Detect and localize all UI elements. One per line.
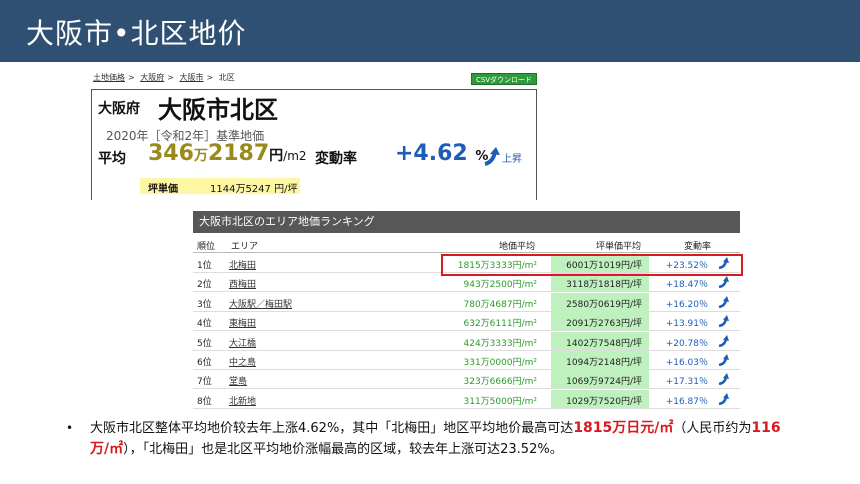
header-land-price: 地価平均 <box>499 242 536 252</box>
ranking-header-row: 順位 エリア 地価平均 坪単価平均 変動率 <box>193 235 740 253</box>
change-cell: +17.31％ <box>665 377 708 388</box>
tsubo-price-cell: 3118万1818円/坪 <box>566 280 642 291</box>
trend-up-icon <box>718 373 729 386</box>
land-price-cell: 331万0000円/m² <box>463 358 538 368</box>
average-price: 346万2187円/m2 <box>148 141 307 166</box>
tsubo-price-cell: 1029万7520円/坪 <box>566 396 642 407</box>
area-link[interactable]: 西梅田 <box>229 277 256 290</box>
change-cell: +13.91％ <box>665 319 708 330</box>
bullet: • <box>66 421 74 435</box>
tsubo-price-cell: 1094万2148円/坪 <box>566 358 642 368</box>
land-price-cell: 323万6666円/m² <box>463 377 538 388</box>
average-label: 平均 <box>98 151 126 167</box>
highlight-box <box>441 254 743 276</box>
title-bar: 大阪市•北区地价 <box>0 0 860 62</box>
slide: 大阪市•北区地价 土地価格 > 大阪府 > 大阪市 > 北区 CSVダウンロード 大阪… <box>0 0 860 484</box>
breadcrumb-item[interactable]: 大阪市 <box>180 73 204 82</box>
note-paragraph: 大阪市北区整体平均地价较去年上涨4.62%，其中「北梅田」地区平均地价最高可达1… <box>90 420 781 457</box>
header-area: エリア <box>231 242 259 252</box>
land-price-cell: 943万2500円/m² <box>463 280 538 291</box>
table-row: 5位 大江橋 424万3333円/m² 1402万7548円/坪 +20.78％ <box>193 331 740 351</box>
rank-cell: 5位 <box>197 338 212 349</box>
trend-up-icon <box>718 334 729 347</box>
area-link[interactable]: 中之島 <box>229 355 256 368</box>
tsubo-value: 1144万5247 円/坪 <box>210 184 298 195</box>
rank-cell: 2位 <box>197 280 212 291</box>
tsubo-price-cell: 1402万7548円/坪 <box>566 338 642 349</box>
trend-up-icon <box>718 354 729 366</box>
csv-download-button[interactable]: CSVダウンロード <box>471 73 537 85</box>
table-row: 6位 中之島 331万0000円/m² 1094万2148円/坪 +16.03％ <box>193 351 740 370</box>
table-row: 2位 西梅田 943万2500円/m² 3118万1818円/坪 +18.47％ <box>193 273 740 293</box>
land-price-cell: 780万4687円/m² <box>463 299 538 310</box>
ranking-table: 大阪市北区のエリア地価ランキング 順位 エリア 地価平均 坪単価平均 変動率 1… <box>193 211 740 409</box>
rank-cell: 7位 <box>197 377 212 388</box>
table-row: 8位 北新地 311万5000円/m² 1029万7520円/坪 +16.87％ <box>193 389 740 409</box>
change-cell: +16.03％ <box>665 358 708 368</box>
area-link[interactable]: 大江橋 <box>229 336 256 349</box>
prefecture-label: 大阪府 <box>98 101 140 117</box>
change-rate-value: +4.62 % <box>395 141 489 166</box>
change-rate-label: 変動率 <box>315 151 357 167</box>
header-tsubo-price: 坪単価平均 <box>596 242 642 252</box>
breadcrumb-item[interactable]: 大阪府 <box>140 73 164 82</box>
rank-cell: 1位 <box>197 261 212 271</box>
breadcrumb-current: 北区 <box>218 73 235 82</box>
tsubo-price-cell: 2580万0619円/坪 <box>566 299 642 310</box>
area-link[interactable]: 東梅田 <box>229 316 256 329</box>
rank-cell: 4位 <box>197 319 212 330</box>
land-price-cell: 311万5000円/m² <box>463 396 538 407</box>
table-row: 4位 東梅田 632万6111円/m² 2091万2763円/坪 +13.91％ <box>193 312 740 332</box>
slide-title: 大阪市•北区地价 <box>26 17 247 50</box>
summary-box: 大阪府 大阪市北区 2020年［令和2年］基準地価 平均 346万2187円/m… <box>91 89 537 200</box>
tsubo-price-cell: 1069万9724円/坪 <box>566 377 642 388</box>
breadcrumb: 土地価格 > 大阪府 > 大阪市 > 北区 <box>93 73 235 82</box>
header-change: 変動率 <box>684 242 712 252</box>
area-link[interactable]: 北新地 <box>229 394 256 407</box>
price-summary-panel: 土地価格 > 大阪府 > 大阪市 > 北区 CSVダウンロード 大阪府 大阪市北区 2… <box>91 72 538 200</box>
tsubo-price-box: 坪単価 1144万5247 円/坪 <box>140 178 300 195</box>
trend-up-icon <box>718 295 729 308</box>
breadcrumb-item[interactable]: 土地価格 <box>93 73 125 82</box>
highlight-price-jpy: 1815万日元/㎡ <box>573 420 674 436</box>
ranking-title: 大阪市北区のエリア地価ランキング <box>193 211 740 233</box>
change-cell: +16.87％ <box>665 396 708 407</box>
rank-cell: 3位 <box>197 299 212 310</box>
table-row: 7位 堂島 323万6666円/m² 1069万9724円/坪 +17.31％ <box>193 370 740 390</box>
change-cell: +20.78％ <box>665 338 708 349</box>
trend-up-icon <box>718 392 729 405</box>
area-link[interactable]: 北梅田 <box>229 258 256 271</box>
city-heading: 大阪市北区 <box>158 96 278 124</box>
land-price-cell: 424万3333円/m² <box>463 338 538 349</box>
trend-up-icon <box>484 147 500 166</box>
change-cell: +16.20％ <box>665 299 708 310</box>
header-rank: 順位 <box>197 242 216 252</box>
table-row: 3位 大阪駅／梅田駅 780万4687円/m² 2580万0619円/坪 +16.20％ <box>193 292 740 312</box>
tsubo-price-cell: 2091万2763円/坪 <box>566 319 642 330</box>
area-link[interactable]: 堂島 <box>229 374 247 387</box>
rank-cell: 6位 <box>197 358 212 368</box>
land-price-cell: 632万6111円/m² <box>463 319 538 330</box>
tsubo-label: 坪単価 <box>148 184 178 195</box>
change-cell: +18.47％ <box>665 280 708 291</box>
trend-up-icon <box>718 315 729 328</box>
trend-up-icon <box>718 276 729 289</box>
rank-cell: 8位 <box>197 396 212 407</box>
trend-up-label: 上昇 <box>502 154 522 165</box>
area-link[interactable]: 大阪駅／梅田駅 <box>229 297 292 310</box>
